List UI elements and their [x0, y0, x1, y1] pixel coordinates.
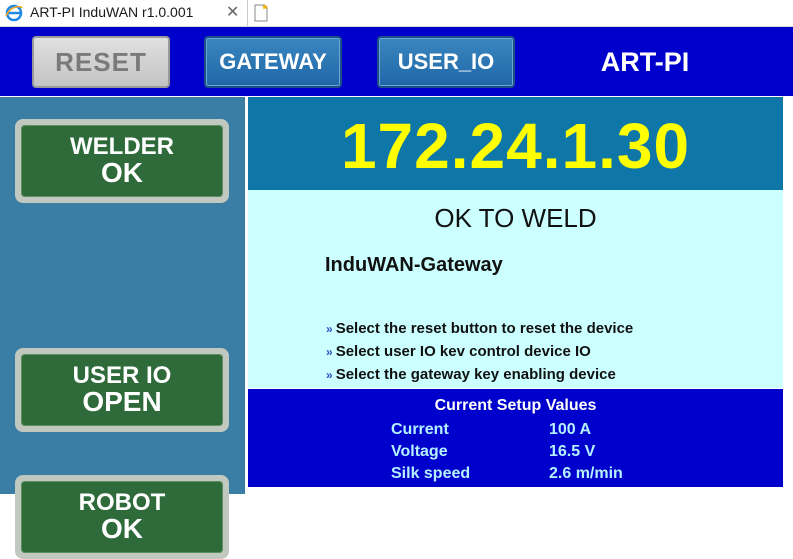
- chevron-right-icon: »: [326, 368, 333, 382]
- ip-address: 172.24.1.30: [340, 110, 691, 182]
- user-io-status-value: OPEN: [82, 386, 162, 417]
- robot-status-indicator: ROBOT OK: [15, 475, 229, 559]
- setup-title: Current Setup Values: [434, 397, 597, 414]
- browser-tab-bar: ART-PI InduWAN r1.0.001 ✕: [0, 0, 793, 27]
- ie-browser-icon: [5, 4, 23, 22]
- weld-state: OK TO WELD: [434, 203, 597, 233]
- info-panel: OK TO WELD InduWAN-Gateway » Select the r…: [248, 190, 783, 388]
- brand-title: ART-PI: [600, 47, 690, 77]
- status-panel: WELDER OK USER IO OPEN ROBOT OK: [0, 97, 245, 559]
- close-tab-icon[interactable]: ✕: [226, 2, 239, 22]
- reset-button[interactable]: RESET: [32, 36, 170, 88]
- setup-row-current: Current 100 A: [391, 421, 591, 439]
- tab-title: ART-PI InduWAN r1.0.001: [30, 4, 194, 20]
- setup-values-panel: Current Setup Values Current 100 A Volta…: [248, 389, 783, 487]
- setup-label: Current: [391, 421, 449, 438]
- user-io-status-indicator: USER IO OPEN: [15, 348, 229, 432]
- setup-row-voltage: Voltage 16.5 V: [391, 443, 595, 461]
- setup-value: 2.6 m/min: [549, 465, 623, 482]
- gateway-button[interactable]: GATEWAY: [204, 36, 342, 88]
- welder-status-label: WELDER: [70, 133, 174, 160]
- instruction-text: Select the gateway key enabling device: [335, 366, 616, 383]
- app-header: RESET GATEWAY USER_IO ART-PI: [0, 27, 793, 96]
- user-io-button[interactable]: USER_IO: [377, 36, 515, 88]
- chevron-right-icon: »: [326, 345, 333, 359]
- browser-tab[interactable]: ART-PI InduWAN r1.0.001 ✕: [0, 0, 248, 26]
- instruction-text: Select the reset button to reset the dev…: [335, 320, 634, 337]
- setup-value: 100 A: [549, 421, 592, 438]
- device-name: InduWAN-Gateway: [325, 254, 503, 276]
- new-tab-icon[interactable]: [251, 3, 271, 23]
- robot-status-label: ROBOT: [78, 489, 166, 516]
- instruction-item: » Select the reset button to reset the de…: [326, 320, 633, 337]
- setup-label: Silk speed: [391, 465, 471, 482]
- robot-status-value: OK: [101, 513, 143, 544]
- instruction-item: » Select user IO kev control device IO: [326, 343, 591, 360]
- instruction-text: Select user IO kev control device IO: [335, 343, 591, 360]
- setup-value: 16.5 V: [549, 443, 596, 460]
- instruction-item: » Select the gateway key enabling device: [326, 366, 616, 383]
- ip-display-panel: 172.24.1.30: [248, 97, 783, 190]
- setup-label: Voltage: [391, 443, 448, 460]
- welder-status-indicator: WELDER OK: [15, 119, 229, 203]
- setup-row-silk-speed: Silk speed 2.6 m/min: [391, 465, 623, 483]
- user-io-status-label: USER IO: [72, 362, 172, 389]
- page-margin: [783, 97, 793, 494]
- chevron-right-icon: »: [326, 322, 333, 336]
- welder-status-value: OK: [101, 157, 143, 188]
